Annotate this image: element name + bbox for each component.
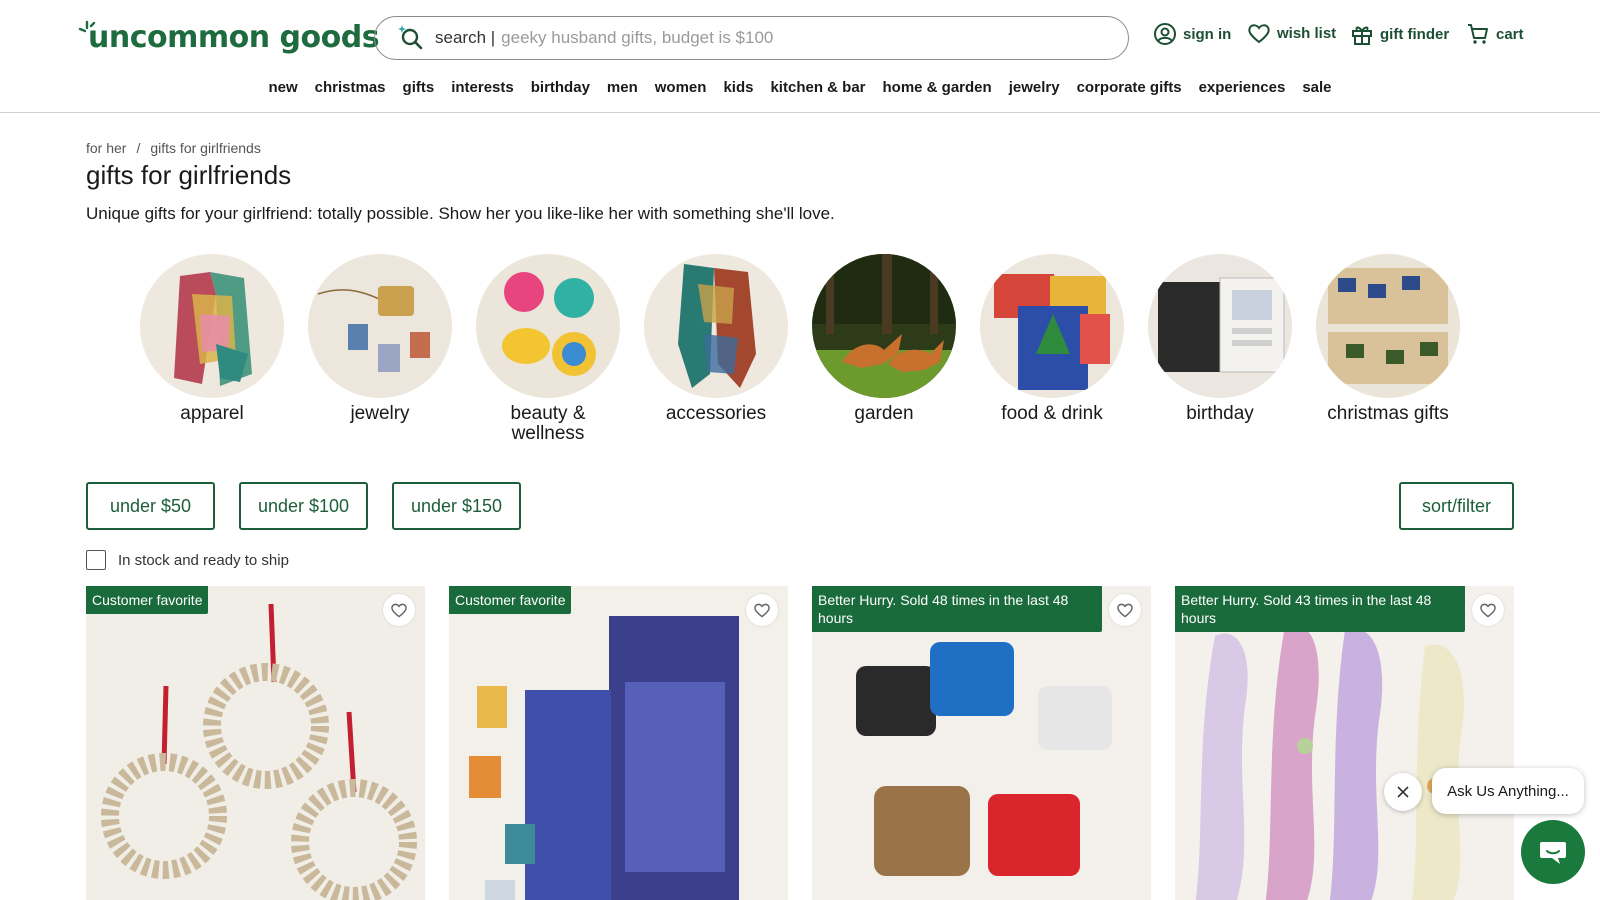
nav-item-women[interactable]: women xyxy=(646,75,715,101)
category-christmas-gifts[interactable]: christmas gifts xyxy=(1316,254,1460,444)
category-jewelry[interactable]: jewelry xyxy=(308,254,452,444)
category-food-drink-image xyxy=(980,254,1124,398)
nav-item-corporate-gifts[interactable]: corporate gifts xyxy=(1068,75,1190,101)
chat-launcher-button[interactable] xyxy=(1521,820,1585,884)
category-garden-label: garden xyxy=(854,403,914,424)
favorite-button[interactable] xyxy=(383,594,415,626)
nav-item-kids[interactable]: kids xyxy=(715,75,762,101)
in-stock-checkbox[interactable] xyxy=(86,550,106,570)
product-image xyxy=(812,586,1151,900)
under-100-button[interactable]: under $100 xyxy=(239,482,368,530)
category-jewelry-image xyxy=(308,254,452,398)
category-accessories-image xyxy=(644,254,788,398)
category-birthday-image xyxy=(1148,254,1292,398)
nav-item-jewelry[interactable]: jewelry xyxy=(1000,75,1068,101)
favorite-button[interactable] xyxy=(1472,594,1504,626)
site-header: uncommon goods search | geeky husband gi… xyxy=(0,0,1600,113)
favorite-button[interactable] xyxy=(746,594,778,626)
under-150-button[interactable]: under $150 xyxy=(392,482,521,530)
category-apparel-image xyxy=(140,254,284,398)
category-beauty-wellness-label: beauty & wellness xyxy=(510,403,586,444)
nav-item-interests[interactable]: interests xyxy=(443,75,523,101)
in-stock-label: In stock and ready to ship xyxy=(118,551,289,569)
category-carousel: apparel jewelry beauty & wellness access… xyxy=(140,254,1460,444)
nav-item-gifts[interactable]: gifts xyxy=(394,75,443,101)
sign-in-label: sign in xyxy=(1183,25,1232,43)
page-description: Unique gifts for your girlfriend: totall… xyxy=(86,204,835,223)
search-icon xyxy=(398,25,423,50)
favorite-button[interactable] xyxy=(1109,594,1141,626)
breadcrumb-for-her[interactable]: for her xyxy=(86,140,126,156)
brand-logo[interactable]: uncommon goods xyxy=(78,16,380,60)
search-label: search | xyxy=(435,28,496,47)
product-card[interactable]: Better Hurry. Sold 48 times in the last … xyxy=(812,586,1151,900)
wish-list-link[interactable]: wish list xyxy=(1247,22,1336,44)
page-title: gifts for girlfriends xyxy=(86,160,292,190)
sort-filter-button[interactable]: sort/filter xyxy=(1399,482,1514,530)
chat-prompt[interactable]: Ask Us Anything... xyxy=(1432,768,1584,814)
category-birthday-label: birthday xyxy=(1186,403,1254,424)
account-icon xyxy=(1154,23,1176,45)
nav-item-men[interactable]: men xyxy=(598,75,646,101)
chat-icon xyxy=(1540,842,1566,864)
category-food-drink[interactable]: food & drink xyxy=(980,254,1124,444)
cart-label: cart xyxy=(1496,25,1524,43)
nav-item-experiences[interactable]: experiences xyxy=(1190,75,1294,101)
category-apparel[interactable]: apparel xyxy=(140,254,284,444)
product-image xyxy=(449,586,788,900)
sign-in-link[interactable]: sign in xyxy=(1153,22,1231,46)
category-garden-image xyxy=(812,254,956,398)
brand-name: uncommon goods xyxy=(88,20,380,55)
product-badge: Customer favorite xyxy=(86,586,209,614)
category-beauty-wellness[interactable]: beauty & wellness xyxy=(476,254,620,444)
category-accessories[interactable]: accessories xyxy=(644,254,788,444)
cart-icon xyxy=(1468,24,1488,44)
search-input[interactable]: geeky husband gifts, budget is $100 xyxy=(501,28,773,48)
breadcrumb-current[interactable]: gifts for girlfriends xyxy=(150,140,260,156)
heart-icon xyxy=(1480,603,1496,618)
main-nav: new christmas gifts interests birthday m… xyxy=(0,75,1600,101)
under-50-button[interactable]: under $50 xyxy=(86,482,215,530)
nav-item-home-garden[interactable]: home & garden xyxy=(874,75,1000,101)
gift-finder-link[interactable]: gift finder xyxy=(1350,22,1449,46)
heart-icon xyxy=(1117,603,1133,618)
cart-link[interactable]: cart xyxy=(1466,22,1524,46)
product-card[interactable]: Better Hurry. Sold 43 times in the last … xyxy=(1175,586,1514,900)
product-badge: Better Hurry. Sold 43 times in the last … xyxy=(1175,586,1465,632)
wish-list-label: wish list xyxy=(1277,24,1337,42)
nav-item-kitchen-bar[interactable]: kitchen & bar xyxy=(762,75,874,101)
category-jewelry-label: jewelry xyxy=(350,403,410,424)
category-birthday[interactable]: birthday xyxy=(1148,254,1292,444)
chat-close-button[interactable] xyxy=(1384,773,1422,811)
heart-icon xyxy=(754,603,770,618)
category-apparel-label: apparel xyxy=(180,403,244,424)
product-image xyxy=(86,586,425,900)
product-grid: Customer favorite Customer favorite Bett… xyxy=(86,586,1514,900)
nav-item-new[interactable]: new xyxy=(260,75,306,101)
category-christmas-gifts-image xyxy=(1316,254,1460,398)
gift-icon xyxy=(1352,26,1372,45)
category-accessories-label: accessories xyxy=(665,403,767,424)
product-image xyxy=(1175,586,1514,900)
breadcrumb-separator: / xyxy=(136,140,141,156)
product-badge: Better Hurry. Sold 48 times in the last … xyxy=(812,586,1102,632)
gift-finder-label: gift finder xyxy=(1380,25,1450,43)
category-food-drink-label: food & drink xyxy=(1001,403,1103,424)
heart-icon xyxy=(391,603,407,618)
in-stock-filter[interactable]: In stock and ready to ship xyxy=(86,550,289,570)
heart-icon xyxy=(1248,24,1270,44)
close-icon xyxy=(1397,786,1409,798)
category-garden[interactable]: garden xyxy=(812,254,956,444)
category-beauty-wellness-image xyxy=(476,254,620,398)
nav-item-sale[interactable]: sale xyxy=(1294,75,1340,101)
category-christmas-gifts-label: christmas gifts xyxy=(1327,403,1449,424)
nav-item-christmas[interactable]: christmas xyxy=(306,75,394,101)
breadcrumb: for her / gifts for girlfriends xyxy=(86,140,261,156)
nav-item-birthday[interactable]: birthday xyxy=(522,75,598,101)
product-badge: Customer favorite xyxy=(449,586,572,614)
product-card[interactable]: Customer favorite xyxy=(449,586,788,900)
logo-spark-icon xyxy=(78,20,96,33)
search-bar[interactable]: search | geeky husband gifts, budget is … xyxy=(374,16,1129,60)
product-card[interactable]: Customer favorite xyxy=(86,586,425,900)
